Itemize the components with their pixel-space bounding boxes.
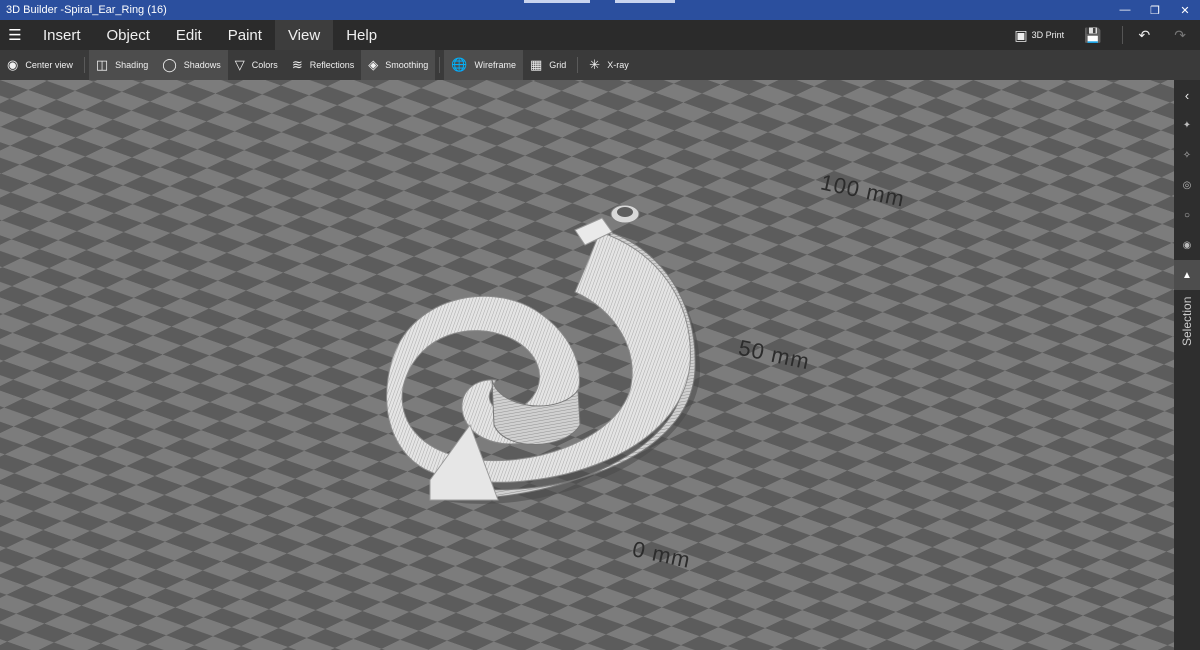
menu-edit[interactable]: Edit xyxy=(163,20,215,50)
wireframe-toggle[interactable]: 🌐 Wireframe xyxy=(444,50,523,80)
rail-tool-1-icon[interactable]: ✦ xyxy=(1174,110,1200,140)
smoothing-toggle[interactable]: ◈ Smoothing xyxy=(361,50,436,80)
center-view-button[interactable]: ◉ Center view xyxy=(0,50,80,80)
rail-tool-2-icon[interactable]: ✧ xyxy=(1174,140,1200,170)
wireframe-label: Wireframe xyxy=(474,60,516,70)
toolbar-separator xyxy=(83,57,85,73)
eye-icon: ◉ xyxy=(7,57,19,72)
view-toolbar: ◉ Center view ◫ Shading ◯ Shadows ▽ Colo… xyxy=(0,50,1200,80)
shadows-toggle[interactable]: ◯ Shadows xyxy=(155,50,228,80)
menu-insert[interactable]: Insert xyxy=(30,20,94,50)
rail-tool-4-icon[interactable]: ○ xyxy=(1174,200,1200,230)
3d-viewport[interactable]: 100 mm 50 mm 0 mm xyxy=(0,80,1174,650)
window-title: 3D Builder -Spiral_Ear_Ring (16) xyxy=(6,4,167,16)
xray-icon: ✳ xyxy=(589,57,601,72)
reflections-icon: ≋ xyxy=(291,57,303,72)
toolbar-separator xyxy=(577,57,579,73)
hamburger-icon[interactable]: ☰ xyxy=(0,20,30,50)
save-icon: 💾 xyxy=(1084,26,1102,43)
side-rail: ‹ ✦ ✧ ◎ ○ ◉ ▲ Selection xyxy=(1174,80,1200,650)
menu-object[interactable]: Object xyxy=(94,20,163,50)
rail-tool-5-icon[interactable]: ◉ xyxy=(1174,230,1200,260)
title-accent-strip xyxy=(524,0,590,3)
shadows-label: Shadows xyxy=(183,60,221,70)
minimize-icon[interactable]: — xyxy=(1110,0,1140,20)
reflections-toggle[interactable]: ≋ Reflections xyxy=(285,50,361,80)
menu-bar: ☰ Insert Object Edit Paint View Help ▣ 3… xyxy=(0,20,1200,50)
bulb-icon: ◯ xyxy=(162,57,177,72)
grid-toggle[interactable]: ▦ Grid xyxy=(523,50,573,80)
viewport-canvas[interactable] xyxy=(0,80,1174,650)
toolbar-separator xyxy=(439,57,441,73)
center-view-label: Center view xyxy=(25,60,73,70)
title-bar: 3D Builder -Spiral_Ear_Ring (16) — ❐ ✕ xyxy=(0,0,1200,20)
undo-icon: ↶ xyxy=(1138,26,1151,43)
menu-help[interactable]: Help xyxy=(333,20,390,50)
grid-label: Grid xyxy=(549,60,567,70)
3d-print-button[interactable]: ▣ 3D Print xyxy=(1004,20,1074,50)
close-icon[interactable]: ✕ xyxy=(1170,0,1200,20)
redo-icon: ↷ xyxy=(1174,26,1186,43)
3d-print-label: 3D Print xyxy=(1031,30,1065,40)
restore-icon[interactable]: ❐ xyxy=(1140,0,1170,20)
menu-paint[interactable]: Paint xyxy=(215,20,275,50)
collapse-chevron-icon[interactable]: ‹ xyxy=(1174,80,1200,110)
rail-tool-3-icon[interactable]: ◎ xyxy=(1174,170,1200,200)
xray-label: X-ray xyxy=(607,60,629,70)
spiral-loop-hole xyxy=(617,207,633,217)
smoothing-label: Smoothing xyxy=(385,60,429,70)
reflections-label: Reflections xyxy=(309,60,355,70)
grid-icon: ▦ xyxy=(529,57,543,72)
xray-toggle[interactable]: ✳ X-ray xyxy=(582,50,635,80)
menu-separator xyxy=(1121,26,1123,44)
save-button[interactable]: 💾 xyxy=(1074,20,1115,50)
build-plate-grid xyxy=(0,80,1174,650)
shading-toggle[interactable]: ◫ Shading xyxy=(88,50,156,80)
smoothing-icon: ◈ xyxy=(368,57,379,72)
globe-icon: 🌐 xyxy=(451,57,468,72)
selection-panel-label[interactable]: Selection xyxy=(1177,286,1197,356)
undo-button[interactable]: ↶ xyxy=(1129,20,1165,50)
paint-bucket-icon: ▽ xyxy=(234,57,245,72)
shading-label: Shading xyxy=(115,60,149,70)
redo-button[interactable]: ↷ xyxy=(1164,20,1200,50)
colors-label: Colors xyxy=(251,60,278,70)
printer-icon: ▣ xyxy=(1014,26,1028,43)
shading-icon: ◫ xyxy=(95,57,109,72)
colors-toggle[interactable]: ▽ Colors xyxy=(228,50,285,80)
title-accent-strip xyxy=(615,0,675,3)
menu-view[interactable]: View xyxy=(274,20,334,50)
